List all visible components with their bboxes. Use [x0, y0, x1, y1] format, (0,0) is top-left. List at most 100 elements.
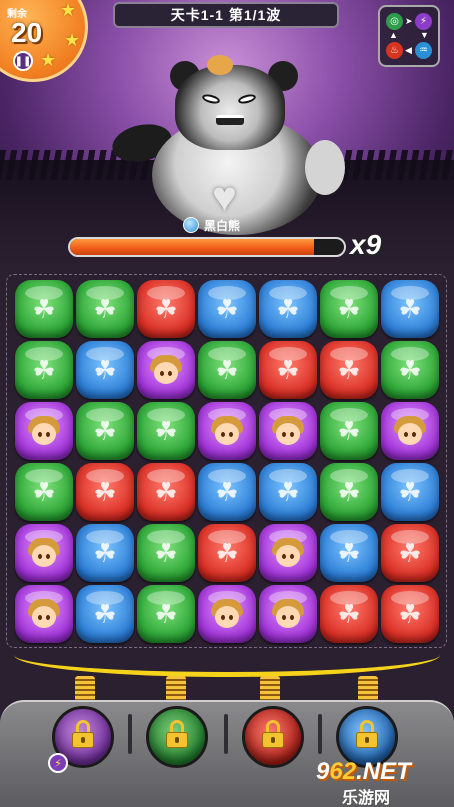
hero-face-icon	[27, 414, 61, 448]
blue-gem[interactable]: ☘	[381, 463, 439, 521]
purple-gem[interactable]	[15, 585, 73, 643]
spring	[75, 676, 95, 702]
boss-mouth	[216, 115, 244, 125]
stage-title-text: 天卡1-1 第1/1波	[170, 7, 282, 23]
water-icon: ♒	[415, 42, 432, 59]
blue-gem[interactable]: ☘	[198, 280, 256, 338]
red-gem[interactable]: ☘	[198, 524, 256, 582]
red-gem[interactable]: ☘	[76, 463, 134, 521]
clover-icon: ☘	[93, 537, 117, 568]
clover-icon: ☘	[276, 354, 300, 385]
boss-tuft	[207, 55, 233, 75]
gem-board[interactable]: ☘ ☘ ☘ ☘ ☘ ☘ ☘ ☘ ☘ ☘ ☘ ☘ ☘ ☘ ☘ ☘ ☘ ☘ ☘ ☘ ☘ ☘ ☘ ☘ ☘ ☘ ☘ ☘ ☘ ☘ ☘ ☘	[6, 274, 447, 648]
clover-icon: ☘	[93, 598, 117, 629]
clover-icon: ☘	[398, 293, 422, 324]
green-gem[interactable]: ☘	[76, 402, 134, 460]
arrow-right-icon: ➤	[405, 16, 413, 26]
red-gem[interactable]: ☘	[137, 280, 195, 338]
red-gem[interactable]: ☘	[137, 463, 195, 521]
green-gem[interactable]: ☘	[198, 341, 256, 399]
boss-name: 黑白熊	[204, 218, 241, 233]
tray-divider	[224, 714, 228, 754]
purple-gem[interactable]	[15, 524, 73, 582]
lightning-icon: ⚡	[415, 13, 432, 30]
lock-icon	[72, 720, 94, 748]
purple-gem[interactable]	[259, 402, 317, 460]
hero-slot-red[interactable]	[242, 706, 304, 768]
spring	[166, 676, 186, 702]
blue-gem[interactable]: ☘	[259, 463, 317, 521]
wind-icon: ◎	[386, 13, 403, 30]
purple-gem[interactable]	[259, 585, 317, 643]
clover-icon: ☘	[215, 354, 239, 385]
arrow-left-icon: ◀	[405, 45, 412, 55]
moves-count: 20	[11, 17, 43, 48]
green-gem[interactable]: ☘	[76, 280, 134, 338]
clover-icon: ☘	[337, 415, 361, 446]
green-gem[interactable]: ☘	[15, 341, 73, 399]
red-gem[interactable]: ☘	[381, 524, 439, 582]
green-gem[interactable]: ☘	[137, 402, 195, 460]
boss-name-tag: 黑白熊	[183, 216, 240, 234]
star-icon: ★	[40, 50, 57, 70]
purple-gem[interactable]	[198, 402, 256, 460]
red-gem[interactable]: ☘	[381, 585, 439, 643]
blue-gem[interactable]: ☘	[320, 524, 378, 582]
hero-face-icon	[27, 597, 61, 631]
hero-face-icon	[271, 536, 305, 570]
purple-gem[interactable]	[198, 585, 256, 643]
green-gem[interactable]: ☘	[320, 402, 378, 460]
boss-head	[175, 65, 285, 150]
blue-gem[interactable]: ☘	[76, 585, 134, 643]
clover-icon: ☘	[154, 598, 178, 629]
spring	[358, 676, 378, 702]
boss-right-arm	[305, 140, 345, 195]
hero-face-icon	[271, 414, 305, 448]
blue-gem[interactable]: ☘	[198, 463, 256, 521]
blue-gem[interactable]: ☘	[381, 280, 439, 338]
purple-gem[interactable]	[381, 402, 439, 460]
hero-face-icon	[27, 536, 61, 570]
purple-gem[interactable]	[137, 341, 195, 399]
blue-gem[interactable]: ☘	[76, 341, 134, 399]
arrow-down-icon: ▼	[420, 30, 429, 40]
hero-slot-green[interactable]	[146, 706, 208, 768]
red-gem[interactable]: ☘	[320, 341, 378, 399]
lock-icon	[262, 720, 284, 748]
lightning-icon: ⚡	[48, 753, 68, 773]
clover-icon: ☘	[32, 354, 56, 385]
clover-icon: ☘	[337, 476, 361, 507]
green-gem[interactable]: ☘	[320, 463, 378, 521]
clover-icon: ☘	[215, 476, 239, 507]
clover-icon: ☘	[337, 598, 361, 629]
hero-face-icon	[271, 597, 305, 631]
hero-face-icon	[393, 414, 427, 448]
blue-gem[interactable]: ☘	[259, 280, 317, 338]
green-gem[interactable]: ☘	[15, 280, 73, 338]
site-watermark: 962.NET 乐游网	[316, 758, 452, 807]
pause-button[interactable]: ❚❚	[13, 51, 33, 71]
blue-gem[interactable]: ☘	[76, 524, 134, 582]
purple-gem[interactable]	[15, 402, 73, 460]
clover-icon: ☘	[154, 415, 178, 446]
green-gem[interactable]: ☘	[15, 463, 73, 521]
clover-icon: ☘	[93, 415, 117, 446]
boss-monster[interactable]: ♥	[108, 55, 345, 235]
spring	[260, 676, 280, 702]
hero-face-icon	[210, 597, 244, 631]
purple-gem[interactable]	[259, 524, 317, 582]
heart-icon: ♥	[212, 173, 237, 220]
red-gem[interactable]: ☘	[259, 341, 317, 399]
clover-icon: ☘	[93, 293, 117, 324]
clover-icon: ☘	[215, 537, 239, 568]
green-gem[interactable]: ☘	[381, 341, 439, 399]
element-chart[interactable]: ◎ ⚡ ♨ ♒ ➤ ▲ ▼ ◀	[378, 5, 440, 67]
fire-icon: ♨	[386, 42, 403, 59]
clover-icon: ☘	[337, 293, 361, 324]
water-icon	[183, 217, 199, 233]
red-gem[interactable]: ☘	[320, 585, 378, 643]
green-gem[interactable]: ☘	[137, 524, 195, 582]
green-gem[interactable]: ☘	[137, 585, 195, 643]
clover-icon: ☘	[398, 354, 422, 385]
green-gem[interactable]: ☘	[320, 280, 378, 338]
